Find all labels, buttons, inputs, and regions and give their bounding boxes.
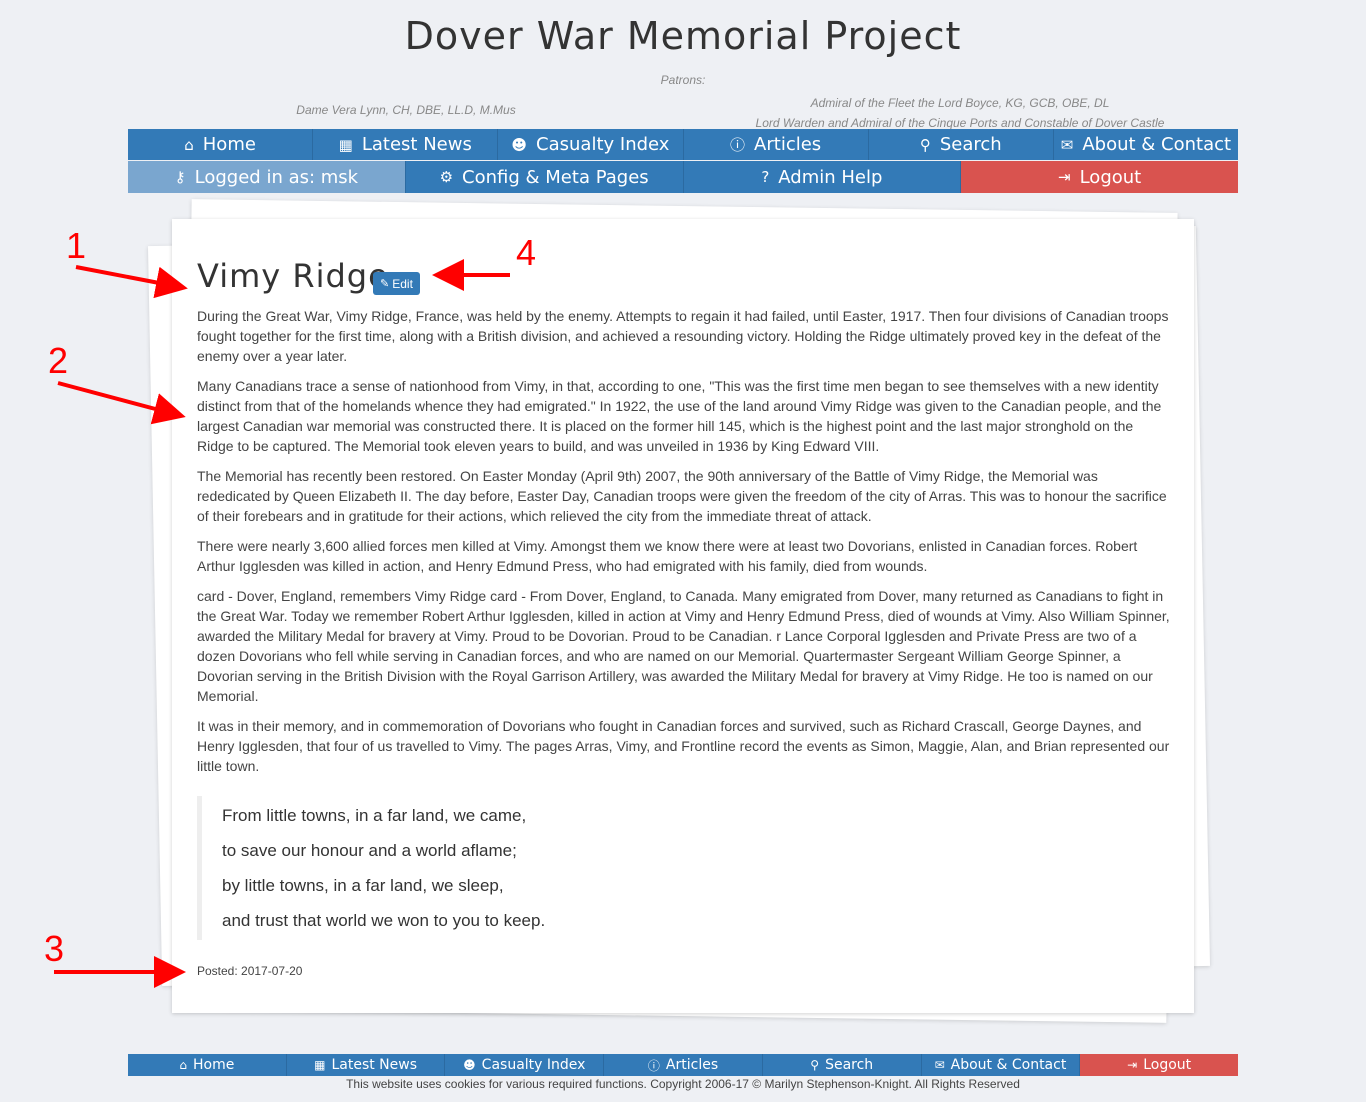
annotation-arrow-2 <box>57 381 186 425</box>
annotation-arrows <box>54 259 510 988</box>
annotation-arrow-1 <box>75 265 188 299</box>
